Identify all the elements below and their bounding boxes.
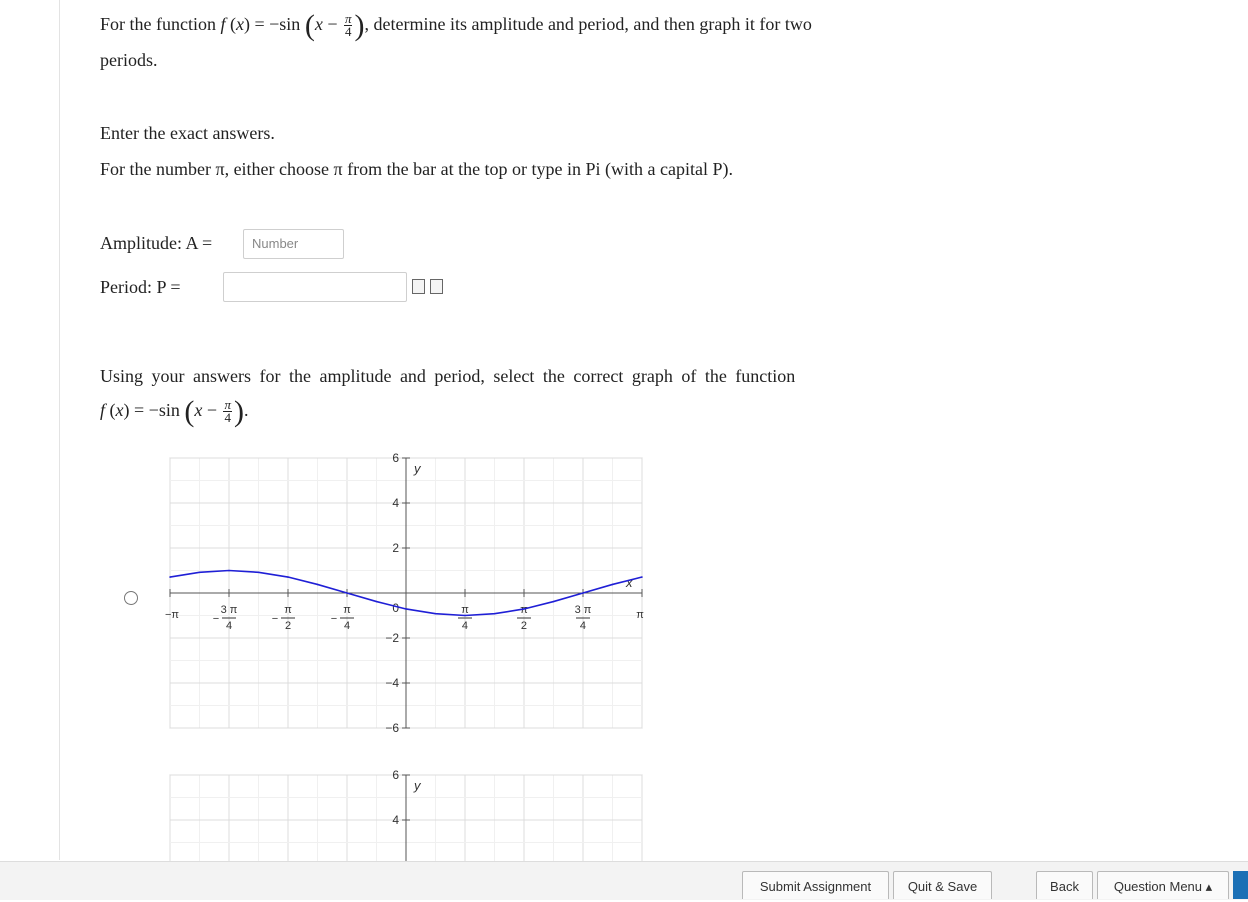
func-eq: = −sin: [254, 14, 301, 34]
instruction-exact: Enter the exact answers.: [100, 123, 275, 143]
symbol-palette-icon[interactable]: [430, 279, 443, 294]
x-tick-label-num: 3 π: [221, 604, 238, 616]
question-menu-button[interactable]: Question Menu ▴: [1097, 871, 1229, 899]
graph-option-2[interactable]: 64y: [160, 765, 660, 861]
y-tick-label: −4: [385, 676, 399, 690]
next-button[interactable]: [1233, 871, 1248, 899]
pi-over-4-fraction: π4: [343, 11, 353, 40]
x-tick-label-num: π: [343, 604, 351, 616]
data-point: [641, 576, 643, 578]
amplitude-input[interactable]: Number: [243, 229, 344, 259]
y-tick-label: 6: [392, 451, 399, 465]
y-tick-label: 6: [392, 768, 399, 782]
instruction-pi: For the number π, either choose π from t…: [100, 159, 734, 179]
data-point: [257, 571, 260, 574]
amplitude-label: Amplitude: A =: [100, 233, 213, 253]
x-tick-label-num: π: [284, 604, 292, 616]
y-tick-label: 4: [392, 496, 399, 510]
data-point: [375, 600, 378, 603]
data-point: [493, 612, 496, 615]
x-tick-label-sign: −: [331, 613, 337, 625]
func-var-b: x: [115, 400, 124, 420]
data-point: [582, 592, 584, 594]
data-point: [228, 569, 230, 572]
func-eq-b: = −sin: [134, 400, 180, 420]
period-label: Period: P =: [100, 277, 181, 297]
data-point: [464, 614, 466, 617]
x-tick-label-den: 4: [344, 620, 350, 632]
x-tick-label-den: 4: [580, 620, 586, 632]
data-point: [198, 571, 201, 574]
intro-post-text: , determine its amplitude and period, an…: [364, 14, 812, 34]
data-point: [405, 608, 407, 610]
graph-prompt-function: f (x) = −sin (x − π 4).: [100, 394, 249, 428]
y-tick-label: −6: [385, 721, 399, 735]
data-point: [434, 612, 437, 615]
x-tick-label-num: 3 π: [575, 604, 592, 616]
period-input[interactable]: [223, 272, 407, 302]
x-axis-label: x: [625, 575, 633, 590]
data-point: [287, 576, 289, 578]
x-tick-label-den: 4: [226, 620, 232, 632]
graph-prompt: Using your answers for the amplitude and…: [100, 366, 796, 386]
func-var: x: [236, 14, 244, 34]
data-point: [523, 608, 525, 610]
graph-option-1[interactable]: 6420−2−4−6yx−π 3 π4−π2−π4−π4π23 π4π: [160, 448, 660, 738]
intro-line-2: periods.: [100, 50, 158, 70]
back-button[interactable]: Back: [1036, 871, 1093, 899]
func-minus-b: −: [206, 400, 217, 420]
pi-over-4-fraction-b: π4: [223, 397, 232, 426]
graph-option-radio[interactable]: [124, 591, 138, 605]
x-tick-label-den: 2: [285, 620, 291, 632]
x-tick-label: π: [636, 609, 644, 621]
data-point: [346, 592, 348, 594]
x-tick-label-den: 4: [462, 620, 468, 632]
submit-assignment-button[interactable]: Submit Assignment: [742, 871, 889, 899]
equation-editor-icon[interactable]: [412, 279, 425, 294]
data-point: [611, 583, 614, 586]
x-tick-label: −π: [165, 609, 179, 621]
y-tick-label: 0: [392, 601, 399, 615]
quit-save-button[interactable]: Quit & Save: [893, 871, 992, 899]
question-intro: For the function f (x) = −sin (x − π 4), …: [100, 8, 812, 42]
func-minus: −: [327, 14, 338, 34]
data-point: [552, 600, 555, 603]
x-tick-label-den: 2: [521, 620, 527, 632]
y-tick-label: 2: [392, 541, 399, 555]
func-var-b2: x: [194, 400, 203, 420]
y-tick-label: −2: [385, 631, 399, 645]
data-point: [169, 576, 171, 578]
x-tick-label-num: π: [461, 604, 469, 616]
y-tick-label: 4: [392, 813, 399, 827]
data-point: [316, 583, 319, 586]
x-tick-label-sign: −: [272, 613, 278, 625]
func-var-2: x: [314, 14, 323, 34]
left-divider: [59, 0, 60, 860]
intro-pre-text: For the function: [100, 14, 216, 34]
x-tick-label-sign: −: [213, 613, 219, 625]
